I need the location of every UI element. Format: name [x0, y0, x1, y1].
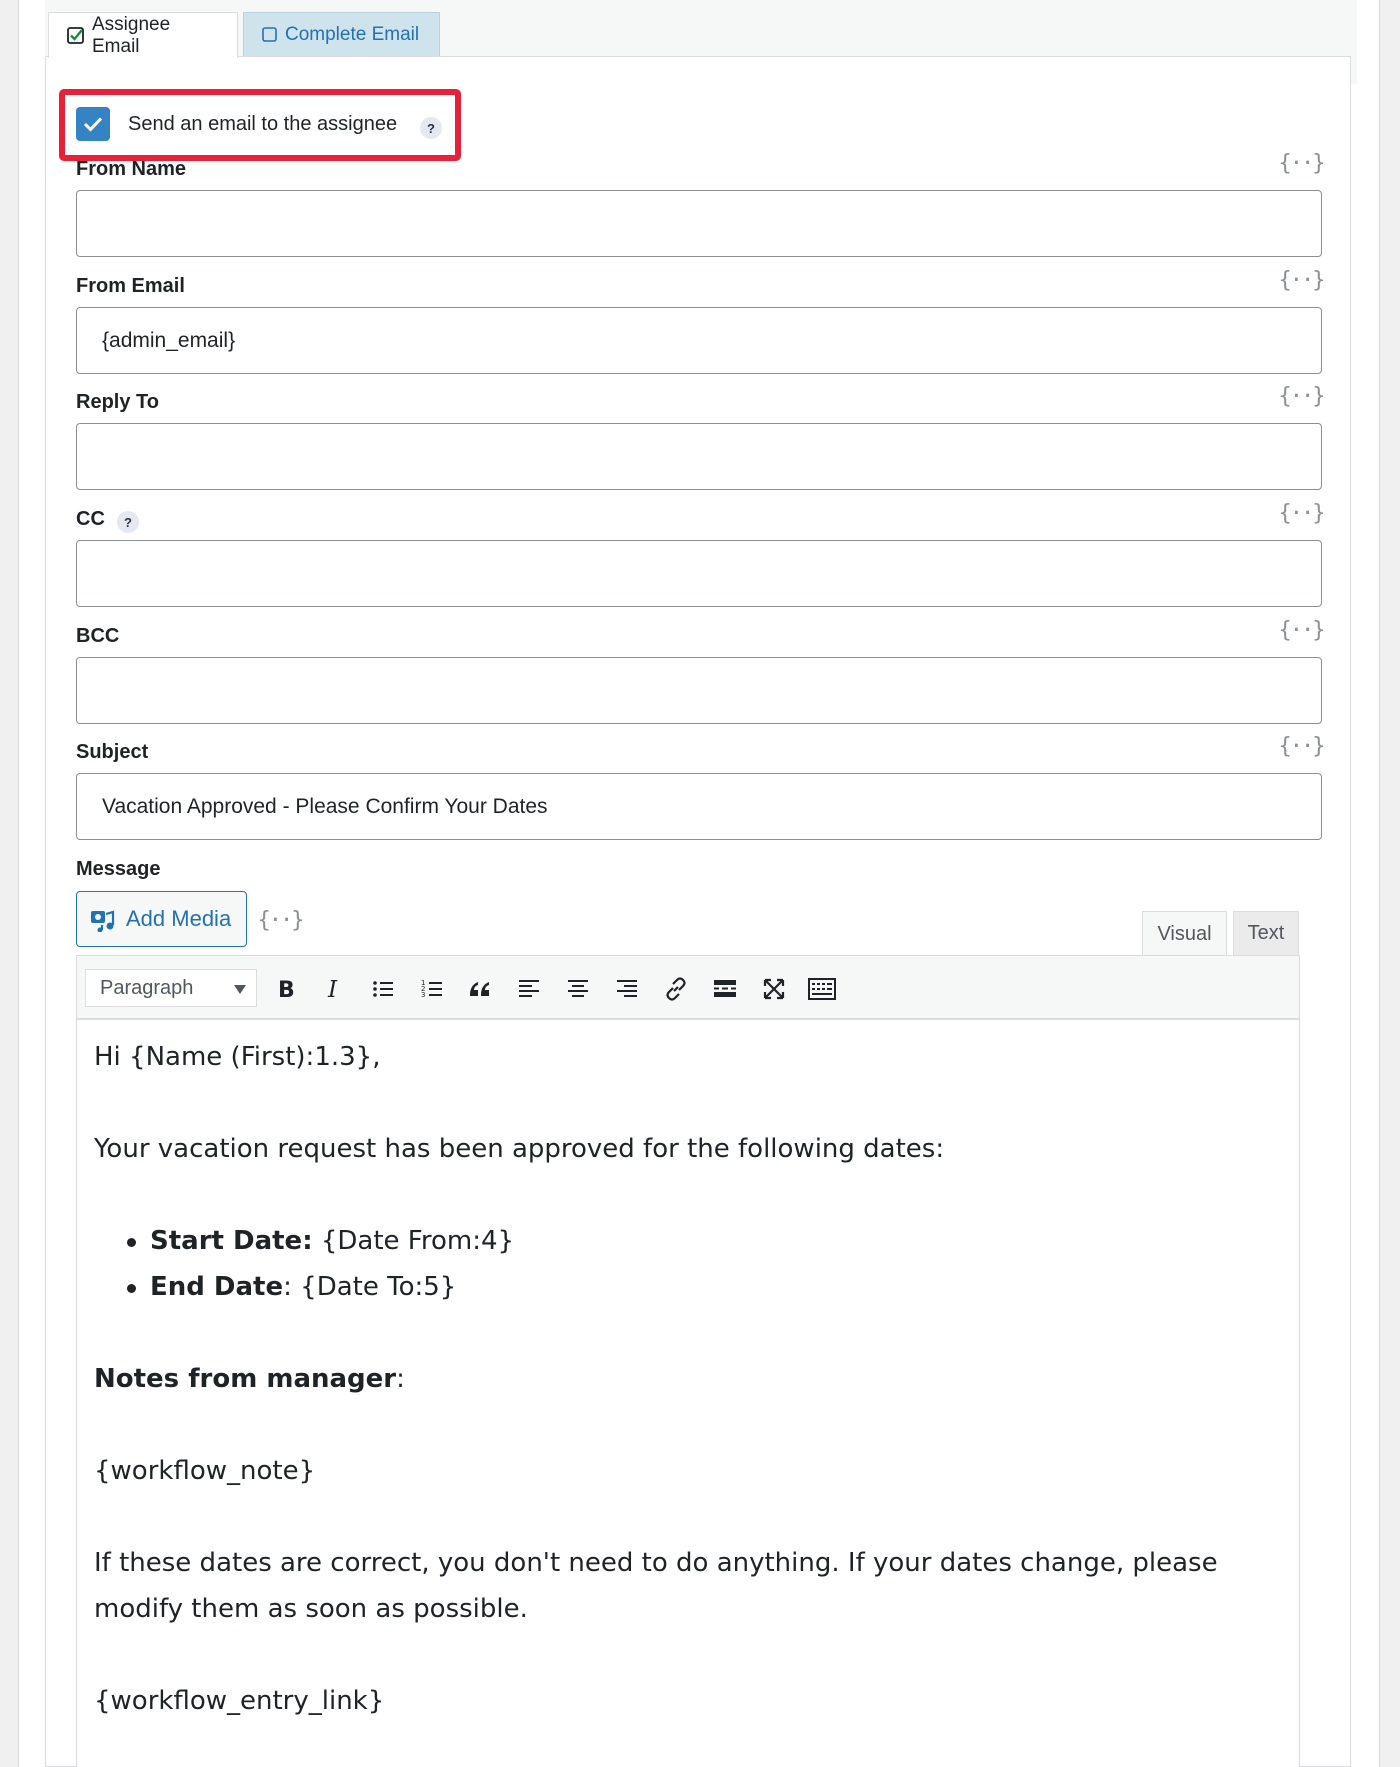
send-email-label: Send an email to the assignee — [128, 113, 398, 135]
bcc-input[interactable] — [76, 657, 1322, 724]
cc-label: CC — [76, 508, 105, 530]
add-media-label: Add Media — [126, 906, 232, 931]
cc-input[interactable] — [76, 540, 1322, 607]
end-date-label: End Date — [150, 1272, 284, 1302]
checkmark-icon — [83, 117, 103, 132]
blockquote-icon[interactable] — [463, 972, 497, 1006]
align-right-icon[interactable] — [610, 972, 644, 1006]
add-media-button[interactable]: Add Media — [76, 891, 247, 947]
link-icon[interactable] — [659, 972, 693, 1006]
tab-visual[interactable]: Visual — [1142, 911, 1227, 957]
format-select-value: Paragraph — [100, 976, 194, 999]
message-editor-content[interactable]: Hi {Name (First):1.3}, Your vacation req… — [76, 1020, 1300, 1767]
svg-text:I: I — [327, 977, 338, 1001]
tab-text[interactable]: Text — [1233, 911, 1299, 956]
from-name-merge-tag-icon[interactable]: {··} — [1279, 149, 1326, 177]
reply-to-merge-tag-icon[interactable]: {··} — [1279, 382, 1326, 410]
cc-help-icon[interactable]: ? — [117, 511, 139, 533]
tab-assignee-email[interactable]: Assignee Email — [48, 12, 238, 58]
list-item-end-date: End Date: {Date To:5} — [94, 1264, 1283, 1310]
list-item-start-date: Start Date: {Date From:4} — [94, 1218, 1283, 1264]
from-email-input[interactable] — [76, 307, 1322, 374]
subject-merge-tag-icon[interactable]: {··} — [1279, 732, 1326, 760]
end-date-value: : {Date To:5} — [283, 1272, 457, 1302]
start-date-label: Start Date: — [150, 1226, 313, 1256]
notes-label: Notes from manager — [94, 1364, 397, 1394]
cc-merge-tag-icon[interactable]: {··} — [1279, 499, 1326, 527]
bcc-merge-tag-icon[interactable]: {··} — [1279, 616, 1326, 644]
tab-complete-email[interactable]: Complete Email — [243, 12, 440, 56]
workflow-note: {workflow_note} — [94, 1456, 316, 1486]
start-date-value: {Date From:4} — [312, 1226, 515, 1256]
reply-to-input[interactable] — [76, 423, 1322, 490]
caret-down-icon — [234, 985, 246, 994]
notes-suffix: : — [396, 1364, 405, 1394]
bcc-label: BCC — [76, 625, 120, 647]
message-merge-tag-icon[interactable]: {··} — [258, 906, 305, 934]
send-email-help-icon[interactable]: ? — [420, 117, 442, 139]
numbered-list-icon[interactable]: 1 2 3 — [415, 972, 449, 1006]
unchecked-box-icon — [262, 27, 277, 42]
from-email-merge-tag-icon[interactable]: {··} — [1279, 266, 1326, 294]
from-email-label: From Email — [76, 275, 185, 297]
format-select[interactable]: Paragraph — [85, 969, 257, 1007]
align-left-icon[interactable] — [512, 972, 546, 1006]
subject-input[interactable] — [76, 773, 1322, 840]
align-center-icon[interactable] — [561, 972, 595, 1006]
svg-text:3: 3 — [421, 991, 425, 999]
message-greeting: Hi {Name (First):1.3}, — [94, 1042, 381, 1072]
checked-box-icon — [67, 27, 84, 44]
from-name-label: From Name — [76, 158, 187, 180]
message-closing: If these dates are correct, you don't ne… — [94, 1548, 1218, 1624]
reply-to-label: Reply To — [76, 391, 159, 413]
tab-complete-label: Complete Email — [285, 23, 420, 45]
svg-text:B: B — [278, 978, 295, 1001]
read-more-icon[interactable] — [708, 972, 742, 1006]
subject-label: Subject — [76, 741, 149, 763]
send-email-checkbox[interactable] — [76, 107, 110, 141]
fullscreen-icon[interactable] — [757, 972, 791, 1006]
bullet-list-icon[interactable] — [366, 972, 400, 1006]
message-intro: Your vacation request has been approved … — [94, 1134, 945, 1164]
media-icon — [91, 910, 115, 932]
dates-list: Start Date: {Date From:4} End Date: {Dat… — [94, 1218, 1283, 1310]
workflow-entry-link: {workflow_entry_link} — [94, 1686, 385, 1716]
editor-toolbar: Paragraph B I 1 2 3 — [76, 955, 1300, 1020]
italic-icon[interactable]: I — [317, 972, 351, 1006]
from-name-input[interactable] — [76, 190, 1322, 257]
notes-heading: Notes from manager: — [94, 1356, 1283, 1402]
tab-assignee-label: Assignee Email — [92, 13, 171, 57]
message-label: Message — [76, 858, 161, 880]
toolbar-toggle-icon[interactable] — [805, 972, 839, 1006]
bold-icon[interactable]: B — [269, 972, 303, 1006]
